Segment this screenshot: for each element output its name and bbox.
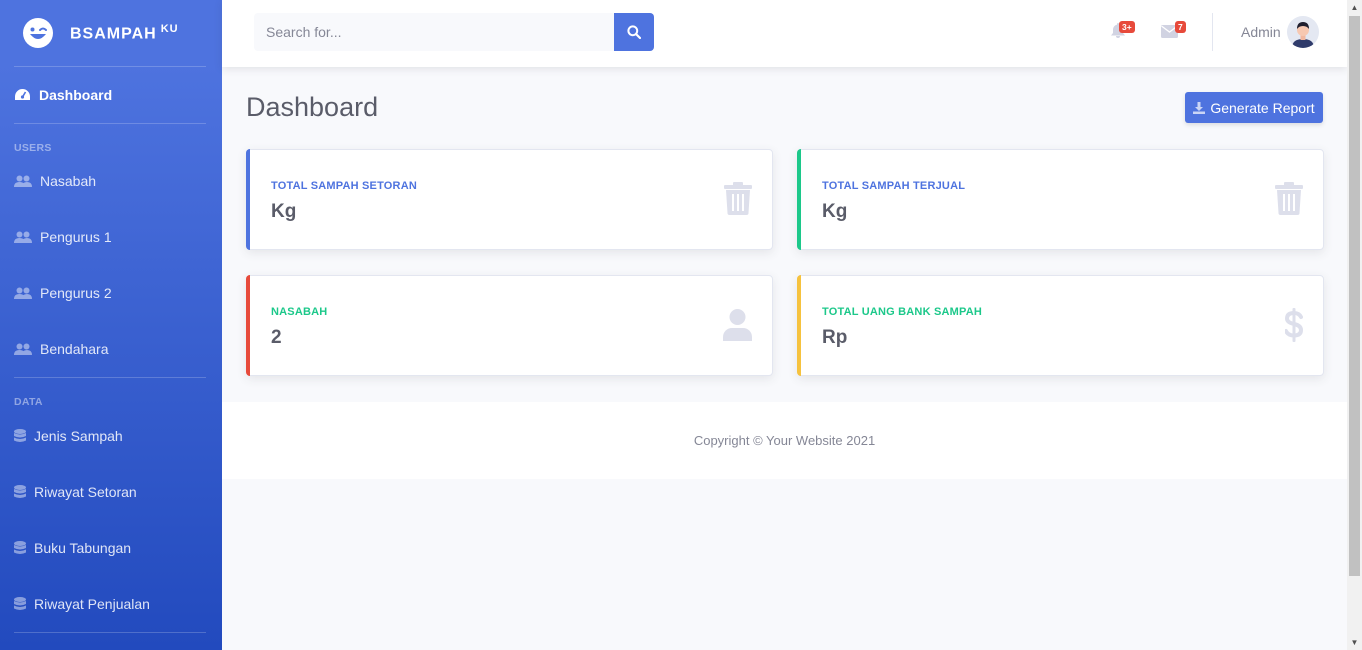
card-value: Kg: [271, 201, 297, 222]
users-icon: [14, 231, 32, 244]
card-accent-bar: [246, 275, 250, 376]
card-label: TOTAL SAMPAH SETORAN: [271, 180, 417, 192]
card-value: 2: [271, 327, 282, 348]
messages-dropdown[interactable]: 7: [1161, 21, 1186, 43]
sidebar-item-jenis-sampah[interactable]: Jenis Sampah: [0, 408, 222, 464]
alerts-badge: 3+: [1119, 21, 1135, 33]
sidebar-item-label: Buku Tabungan: [34, 540, 132, 556]
sidebar-item-pengurus-1[interactable]: Pengurus 1: [0, 209, 222, 265]
users-icon: [14, 175, 32, 188]
card-value: Rp: [822, 327, 848, 348]
footer: Copyright © Your Website 2021: [222, 402, 1347, 479]
generate-report-label: Generate Report: [1210, 99, 1315, 116]
sidebar-item-riwayat-penjualan[interactable]: Riwayat Penjualan: [0, 576, 222, 632]
users-icon: [14, 343, 32, 356]
sidebar-item-dashboard[interactable]: Dashboard: [0, 67, 222, 123]
brand-suffix: KU: [160, 22, 179, 35]
sidebar-item-buku-tabungan[interactable]: Buku Tabungan: [0, 520, 222, 576]
scroll-thumb[interactable]: [1349, 16, 1360, 576]
laugh-wink-icon: [23, 18, 53, 48]
sidebar-brand[interactable]: BSAMPAH KU: [0, 0, 222, 66]
sidebar-item-label: Riwayat Setoran: [34, 484, 137, 500]
brand-name: BSAMPAH KU: [70, 22, 179, 43]
topbar: 3+ 7 Admin: [222, 0, 1347, 67]
dollar-icon: [1285, 308, 1303, 342]
sidebar-item-label: Pengurus 1: [40, 229, 112, 245]
card-accent-bar: [797, 275, 801, 376]
page-title: Dashboard: [246, 92, 379, 122]
sidebar-item-label: Riwayat Penjualan: [34, 596, 150, 612]
card-label: TOTAL UANG BANK SAMPAH: [822, 306, 983, 318]
database-icon: [14, 429, 26, 443]
database-icon: [14, 597, 26, 611]
sidebar-item-label: Nasabah: [40, 173, 97, 189]
card-accent-bar: [797, 149, 801, 250]
sidebar-item-label: Pengurus 2: [40, 285, 112, 301]
search-button[interactable]: [614, 13, 654, 51]
user-name[interactable]: Admin: [1241, 24, 1281, 40]
search-form: [254, 13, 654, 51]
sidebar-item-riwayat-setoran[interactable]: Riwayat Setoran: [0, 464, 222, 520]
trash-icon: [1275, 182, 1303, 215]
sidebar-item-nasabah[interactable]: Nasabah: [0, 153, 222, 209]
avatar[interactable]: [1287, 16, 1319, 48]
sidebar: BSAMPAH KU Dashboard USERS Nasabah Pengur…: [0, 0, 222, 650]
topbar-divider: [1212, 13, 1213, 51]
card-accent-bar: [246, 149, 250, 250]
scroll-up-arrow-icon[interactable]: ▲: [1347, 0, 1362, 15]
sidebar-item-label: Bendahara: [40, 341, 109, 357]
card-value: Kg: [822, 201, 848, 222]
page-scrollbar[interactable]: ▲ ▼: [1347, 0, 1362, 650]
sidebar-divider: [14, 632, 206, 633]
sidebar-item-label: Dashboard: [39, 87, 113, 103]
stat-card-total-setoran: TOTAL SAMPAH SETORAN Kg: [246, 149, 773, 250]
database-icon: [14, 541, 26, 555]
database-icon: [14, 485, 26, 499]
copyright-text: Copyright © Your Website 2021: [693, 433, 876, 448]
user-icon: [723, 309, 752, 341]
stat-card-total-uang: TOTAL UANG BANK SAMPAH Rp: [797, 275, 1324, 376]
trash-icon: [724, 182, 752, 215]
card-label: TOTAL SAMPAH TERJUAL: [822, 180, 966, 192]
search-input[interactable]: [254, 13, 614, 51]
sidebar-item-pengurus-2[interactable]: Pengurus 2: [0, 265, 222, 321]
messages-badge: 7: [1175, 21, 1186, 33]
download-icon: [1193, 101, 1206, 114]
users-icon: [14, 287, 32, 300]
scroll-down-arrow-icon[interactable]: ▼: [1347, 635, 1362, 650]
search-icon: [627, 25, 641, 39]
alerts-dropdown[interactable]: 3+: [1110, 21, 1135, 44]
stat-card-total-terjual: TOTAL SAMPAH TERJUAL Kg: [797, 149, 1324, 250]
sidebar-item-bendahara[interactable]: Bendahara: [0, 321, 222, 377]
sidebar-item-label: Jenis Sampah: [34, 428, 123, 444]
sidebar-heading-data: DATA: [14, 396, 43, 408]
stat-card-nasabah: NASABAH 2: [246, 275, 773, 376]
card-label: NASABAH: [271, 306, 328, 318]
generate-report-button[interactable]: Generate Report: [1185, 92, 1323, 123]
tachometer-icon: [14, 88, 31, 102]
